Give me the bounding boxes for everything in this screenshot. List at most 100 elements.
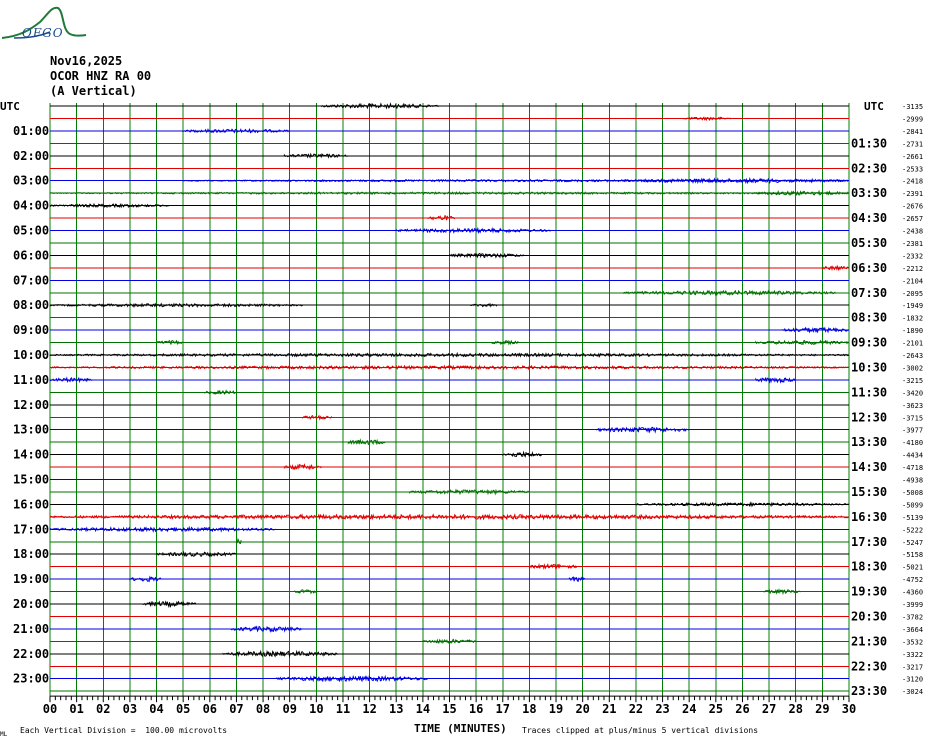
logo-text: OFGO (22, 26, 64, 40)
x-tick-label: 09 (282, 702, 296, 716)
trace-offset-label: -4360 (902, 589, 923, 597)
x-tick-label: 14 (416, 702, 430, 716)
hour-label-right: 08:30 (851, 311, 887, 325)
hour-label-left: 21:00 (13, 622, 49, 636)
hour-label-left: 01:00 (13, 124, 49, 138)
hour-label-right: 13:30 (851, 435, 887, 449)
hour-label-left: 04:00 (13, 199, 49, 213)
x-tick-label: 01 (69, 702, 83, 716)
hour-label-right: 22:30 (851, 659, 887, 673)
x-tick-label: 26 (735, 702, 749, 716)
x-tick-label: 07 (229, 702, 243, 716)
trace-offset-label: -3782 (902, 613, 923, 621)
trace-signal (142, 600, 197, 609)
trace-offset-label: -1890 (902, 327, 923, 335)
hour-label-right: 11:30 (851, 385, 887, 399)
x-tick-label: 12 (362, 702, 376, 716)
trace-signal (156, 550, 236, 558)
x-tick-label: 06 (203, 702, 217, 716)
x-tick-label: 05 (176, 702, 190, 716)
x-tick-label: 10 (309, 702, 323, 716)
trace-offset-label: -3977 (902, 427, 923, 435)
trace-offset-label: -3664 (902, 626, 923, 634)
hour-label-right: 03:30 (851, 186, 887, 200)
trace-offset-label: -3322 (902, 651, 923, 659)
trace-signal (230, 625, 303, 633)
helicorder-chart: UTC UTC 01:00 02:00 03:00 04:00 05:00 06:00 07:0… (0, 6, 923, 716)
trace-offset-label: -1832 (902, 315, 923, 323)
hour-label-left: 05:00 (13, 224, 49, 238)
hour-label-right: 01:30 (851, 136, 887, 150)
hour-label-left: 08:00 (13, 298, 49, 312)
trace-offset-label: -2332 (902, 252, 923, 260)
trace-offset-label: -2841 (902, 128, 923, 136)
hour-label-left: 09:00 (13, 323, 49, 337)
x-tick-label: 23 (655, 702, 669, 716)
x-tick-label: 04 (149, 702, 163, 716)
trace-offset-label: -2533 (902, 165, 923, 173)
x-tick-label: 30 (842, 702, 856, 716)
x-tick-label: 27 (762, 702, 776, 716)
x-tick-label: 22 (629, 702, 643, 716)
header-station: OCOR HNZ RA 00 (50, 69, 152, 83)
trace-signal (235, 537, 242, 545)
trace-offset-label: -1949 (902, 302, 923, 310)
hour-label-right: 10:30 (851, 360, 887, 374)
trace-offset-label: -2731 (902, 140, 923, 148)
hour-label-left: 14:00 (13, 448, 49, 462)
trace-signal (49, 525, 276, 533)
trace-offset-label: -5139 (902, 514, 923, 522)
x-tick-label: 16 (469, 702, 483, 716)
hour-label-right: 15:30 (851, 485, 887, 499)
trace-signal (781, 326, 849, 334)
trace-offset-label: -5222 (902, 526, 923, 534)
hour-label-right: 04:30 (851, 211, 887, 225)
trace-signal (622, 289, 836, 297)
x-tick-label: 08 (256, 702, 270, 716)
trace-offset-label: -3532 (902, 638, 923, 646)
trace-signal (222, 649, 338, 659)
hour-label-left: 12:00 (13, 398, 49, 412)
trace-offset-label: -4434 (902, 452, 923, 460)
hour-label-right: 20:30 (851, 609, 887, 623)
clip-note: Traces clipped at plus/minus 5 vertical … (522, 726, 759, 735)
hour-label-right: 02:30 (851, 161, 887, 175)
x-tick-label: 19 (549, 702, 563, 716)
trace-offset-label: -2212 (902, 265, 923, 273)
trace-offset-label: -2661 (902, 153, 923, 161)
hour-label-left: 18:00 (13, 547, 49, 561)
trace-signal (321, 102, 439, 110)
trace-offset-label: -5021 (902, 564, 923, 572)
trace-signal (755, 376, 796, 385)
hour-label-left: 02:00 (13, 149, 49, 163)
trace-offset-label: -2676 (902, 203, 923, 211)
trace-offset-label: -4718 (902, 464, 923, 472)
trace-offset-label: -5099 (902, 501, 923, 509)
trace-offset-label: -3217 (902, 663, 923, 671)
hour-label-left: 19:00 (13, 572, 49, 586)
x-tick-label: 03 (123, 702, 137, 716)
hour-label-left: 20:00 (13, 597, 49, 611)
trace-signal (622, 177, 849, 185)
x-axis-title: TIME (MINUTES) (414, 722, 507, 735)
trace-signal (491, 339, 519, 346)
trace-offset-label: -2391 (902, 190, 923, 198)
hour-label-right: 21:30 (851, 634, 887, 648)
x-tick-label: 02 (96, 702, 110, 716)
x-tick-label: 13 (389, 702, 403, 716)
hour-label-right: 07:30 (851, 286, 887, 300)
hour-label-right: 16:30 (851, 510, 887, 524)
trace-offset-label: -3215 (902, 377, 923, 385)
hour-label-left: 23:00 (13, 672, 49, 686)
hour-label-right: 14:30 (851, 460, 887, 474)
hour-label-right: 06:30 (851, 261, 887, 275)
right-axis-title: UTC (864, 100, 884, 113)
hour-label-left: 17:00 (13, 522, 49, 536)
x-tick-label: 25 (709, 702, 723, 716)
trace-signal (528, 562, 578, 571)
x-tick-label: 15 (442, 702, 456, 716)
header-component: (A Vertical) (50, 84, 137, 98)
trace-signal (49, 202, 170, 209)
trace-signal (283, 152, 348, 159)
trace-offset-label: -3120 (902, 676, 923, 684)
